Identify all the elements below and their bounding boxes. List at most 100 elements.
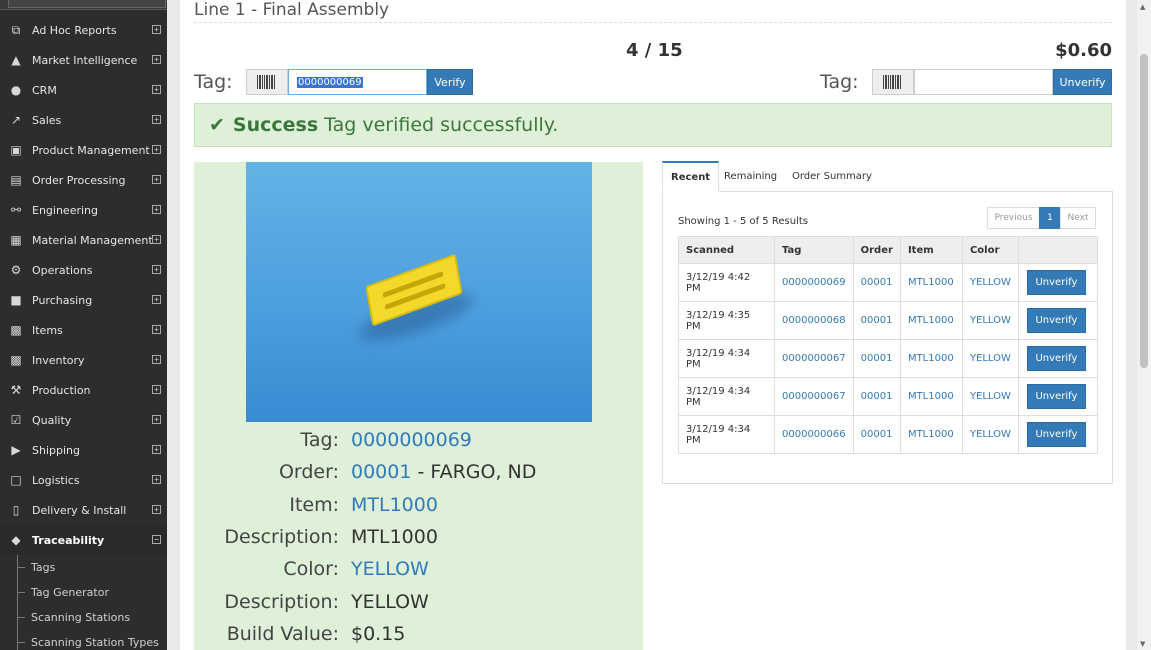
cell-item-link[interactable]: MTL1000	[899, 301, 963, 340]
pagination-previous[interactable]: Previous	[987, 207, 1040, 229]
cell-color-link[interactable]: YELLOW	[961, 377, 1019, 416]
cell-order-link[interactable]: 00001	[852, 301, 901, 340]
cell-color-link[interactable]: YELLOW	[961, 301, 1019, 340]
cell-order-link[interactable]: 00001	[852, 263, 901, 302]
sidebar-item-inventory[interactable]: ▩ Inventory +	[0, 345, 167, 375]
cell-item-link[interactable]: MTL1000	[899, 377, 963, 416]
cell-tag-link[interactable]: 0000000067	[774, 377, 854, 416]
expand-icon[interactable]: +	[152, 295, 161, 304]
cell-tag-link[interactable]: 0000000067	[774, 339, 854, 378]
scroll-down-arrow-icon[interactable]: ▼	[1140, 640, 1145, 648]
row-unverify-button[interactable]: Unverify	[1026, 308, 1086, 333]
expand-icon[interactable]: +	[152, 325, 161, 334]
expand-icon[interactable]: +	[152, 235, 161, 244]
cell-order-link[interactable]: 00001	[852, 339, 901, 378]
row-unverify-button[interactable]: Unverify	[1026, 384, 1086, 409]
cell-item-link[interactable]: MTL1000	[899, 263, 963, 302]
expand-icon[interactable]: +	[152, 475, 161, 484]
verify-button[interactable]: Verify	[427, 69, 473, 95]
expand-icon[interactable]: +	[152, 175, 161, 184]
detail-value-link[interactable]: MTL1000	[351, 494, 438, 516]
cell-color-link[interactable]: YELLOW	[961, 415, 1019, 454]
col-color[interactable]: Color	[961, 236, 1019, 264]
sidebar-item-market-intelligence[interactable]: ▲ Market Intelligence +	[0, 45, 167, 75]
sidebar-item-ad-hoc-reports[interactable]: ⧉ Ad Hoc Reports +	[0, 15, 167, 45]
cell-tag-link[interactable]: 0000000069	[774, 263, 854, 302]
verify-tag-input[interactable]: 0000000069	[288, 69, 427, 95]
sidebar-item-product-management[interactable]: ▣ Product Management +	[0, 135, 167, 165]
sidebar-subitem-tag-generator[interactable]: Tag Generator	[0, 580, 167, 605]
user-icon: ●	[10, 83, 22, 97]
collapse-icon[interactable]: −	[152, 535, 161, 544]
sidebar-item-quality[interactable]: ☑ Quality +	[0, 405, 167, 435]
expand-icon[interactable]: +	[152, 355, 161, 364]
sidebar-subitem-tags[interactable]: Tags	[0, 555, 167, 580]
row-unverify-button[interactable]: Unverify	[1026, 346, 1086, 371]
col-tag[interactable]: Tag	[774, 236, 854, 264]
cell-item-link[interactable]: MTL1000	[899, 339, 963, 378]
sidebar-subitem-label: Scanning Station Types	[31, 636, 159, 649]
sidebar-item-items[interactable]: ▩ Items +	[0, 315, 167, 345]
cell-tag-link[interactable]: 0000000068	[774, 301, 854, 340]
sidebar-subitem-scanning-station-types[interactable]: Scanning Station Types	[0, 630, 167, 650]
pagination-page-1[interactable]: 1	[1039, 207, 1061, 229]
cell-tag-link[interactable]: 0000000066	[774, 415, 854, 454]
detail-value-link[interactable]: 0000000069	[351, 429, 472, 451]
page-scrollbar[interactable]: ▲ ▼	[1137, 0, 1151, 650]
col-scanned[interactable]: Scanned	[678, 236, 775, 264]
cell-color-link[interactable]: YELLOW	[961, 339, 1019, 378]
cell-color-link[interactable]: YELLOW	[961, 263, 1019, 302]
detail-label: Build Value:	[226, 622, 339, 645]
cell-order-link[interactable]: 00001	[852, 377, 901, 416]
row-unverify-button[interactable]: Unverify	[1026, 270, 1086, 295]
sidebar-item-delivery-install[interactable]: ▯ Delivery & Install +	[0, 495, 167, 525]
unverify-tag-input[interactable]	[914, 69, 1053, 95]
row-unverify-button[interactable]: Unverify	[1026, 422, 1086, 447]
sidebar-item-sales[interactable]: ↗ Sales +	[0, 105, 167, 135]
expand-icon[interactable]: +	[152, 55, 161, 64]
sidebar-item-order-processing[interactable]: ▤ Order Processing +	[0, 165, 167, 195]
sidebar-item-operations[interactable]: ⚙ Operations +	[0, 255, 167, 285]
expand-icon[interactable]: +	[152, 505, 161, 514]
table-row: 3/12/19 4:34 PM 0000000066 00001 MTL1000 YEL…	[678, 415, 1099, 454]
product-image	[246, 162, 592, 422]
expand-icon[interactable]: +	[152, 445, 161, 454]
documents-icon: ▤	[10, 173, 22, 187]
expand-icon[interactable]: +	[152, 145, 161, 154]
sidebar-subitem-scanning-stations[interactable]: Scanning Stations	[0, 605, 167, 630]
expand-icon[interactable]: +	[152, 385, 161, 394]
detail-row: Description: MTL1000	[194, 521, 643, 553]
total-price: $0.60	[1055, 40, 1112, 61]
expand-icon[interactable]: +	[152, 115, 161, 124]
cell-order-link[interactable]: 00001	[852, 415, 901, 454]
sidebar-item-material-management[interactable]: ▦ Material Management +	[0, 225, 167, 255]
gears-icon: ⚙	[10, 263, 22, 277]
scrollbar-thumb[interactable]	[1140, 54, 1148, 368]
sidebar-item-production[interactable]: ⚒ Production +	[0, 375, 167, 405]
detail-value-suffix: - FARGO, ND	[411, 461, 537, 484]
sidebar-item-logistics[interactable]: □ Logistics +	[0, 465, 167, 495]
expand-icon[interactable]: +	[152, 25, 161, 34]
pagination-next[interactable]: Next	[1060, 207, 1096, 229]
tab-remaining[interactable]: Remaining	[716, 161, 785, 192]
expand-icon[interactable]: +	[152, 205, 161, 214]
sidebar-item-purchasing[interactable]: ■ Purchasing +	[0, 285, 167, 315]
col-order[interactable]: Order	[852, 236, 901, 264]
detail-value-link[interactable]: YELLOW	[351, 558, 429, 580]
cell-item-link[interactable]: MTL1000	[899, 415, 963, 454]
sidebar-item-traceability[interactable]: ◆ Traceability −	[0, 525, 167, 555]
sidebar-item-shipping[interactable]: ▶ Shipping +	[0, 435, 167, 465]
col-item[interactable]: Item	[899, 236, 963, 264]
tab-recent[interactable]: Recent	[662, 161, 720, 192]
sidebar-item-engineering[interactable]: ⚯ Engineering +	[0, 195, 167, 225]
tab-order-summary[interactable]: Order Summary	[784, 161, 880, 192]
page-title: Line 1 - Final Assembly	[194, 0, 390, 20]
expand-icon[interactable]: +	[152, 85, 161, 94]
sidebar-top-control[interactable]	[8, 0, 166, 8]
scroll-up-arrow-icon[interactable]: ▲	[1140, 3, 1145, 11]
unverify-button[interactable]: Unverify	[1053, 69, 1112, 95]
sidebar-item-crm[interactable]: ● CRM +	[0, 75, 167, 105]
expand-icon[interactable]: +	[152, 265, 161, 274]
detail-value-link[interactable]: 00001	[351, 461, 411, 483]
expand-icon[interactable]: +	[152, 415, 161, 424]
